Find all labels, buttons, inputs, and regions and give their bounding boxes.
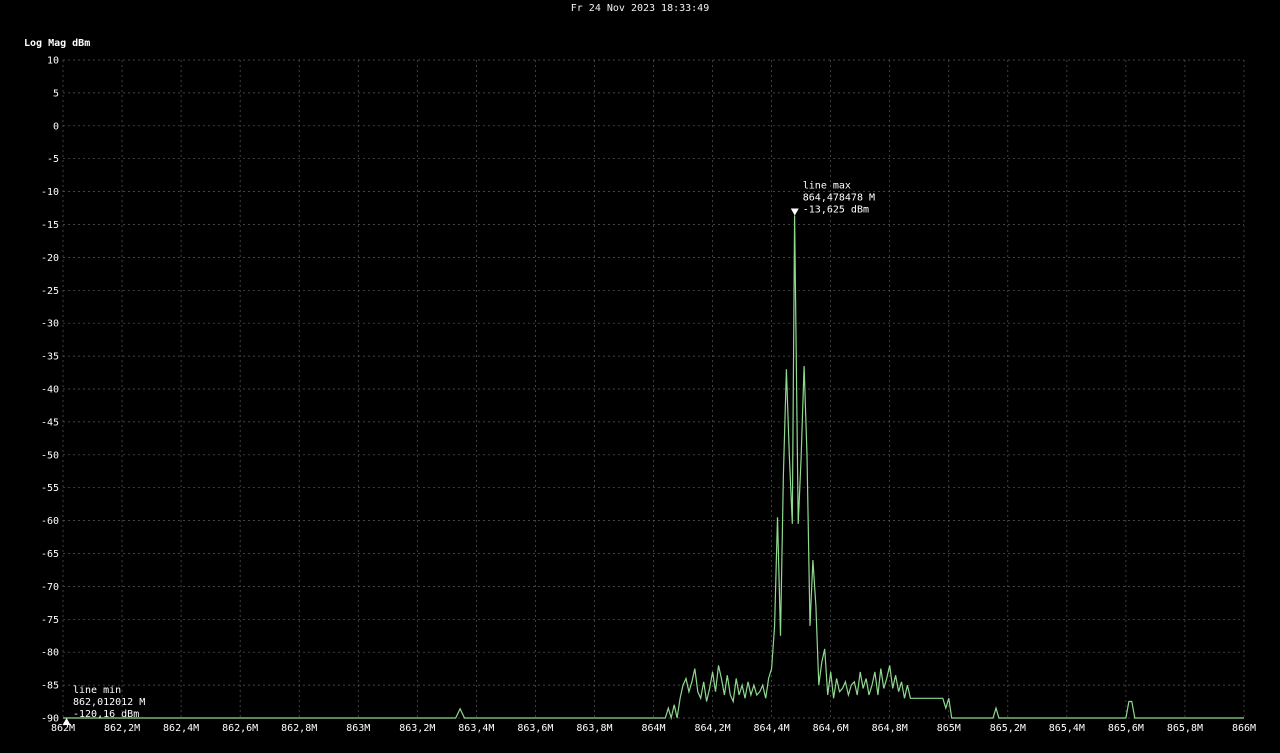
- y-tick-labels: 10 5 0 -5 -10 -15 -20 -25 -30 -35 -40 -45 -50 -55 -60 -…: [41, 56, 59, 725]
- y-tick-label: -40: [41, 385, 59, 396]
- x-tick-label: 863M: [346, 723, 370, 734]
- x-tick-label: 862,4M: [163, 723, 199, 734]
- markers: line max864,478478 M-13,625 dBm line min8…: [62, 180, 875, 725]
- y-tick-label: -75: [41, 615, 59, 626]
- x-tick-label: 866M: [1232, 723, 1256, 734]
- max-marker-text: 864,478478 M: [803, 192, 875, 203]
- min-marker-text: -120,16 dBm: [73, 709, 139, 720]
- x-tick-label: 864,2M: [694, 723, 730, 734]
- x-tick-label: 862,2M: [104, 723, 140, 734]
- y-tick-label: 0: [53, 121, 59, 132]
- x-tick-labels: 862M 862,2M 862,4M 862,6M 862,8M 863M 863,2M 86…: [51, 723, 1256, 734]
- min-marker-text: 862,012012 M: [73, 697, 145, 708]
- spectrum-chart[interactable]: 10 5 0 -5 -10 -15 -20 -25 -30 -35 -40 -45 -50 -55 -60 -…: [0, 0, 1280, 753]
- y-tick-label: -65: [41, 549, 59, 560]
- y-tick-label: -5: [47, 154, 59, 165]
- max-marker-icon: [790, 208, 799, 216]
- y-tick-label: -45: [41, 417, 59, 428]
- y-tick-label: 10: [47, 56, 59, 67]
- x-tick-label: 863,8M: [576, 723, 612, 734]
- y-tick-label: -70: [41, 582, 59, 593]
- y-tick-label: -35: [41, 352, 59, 363]
- x-tick-label: 864,6M: [813, 723, 849, 734]
- y-tick-label: -25: [41, 286, 59, 297]
- y-tick-label: -85: [41, 681, 59, 692]
- x-tick-label: 863,2M: [399, 723, 435, 734]
- grid: [62, 59, 1245, 719]
- y-tick-label: -15: [41, 220, 59, 231]
- y-tick-label: -50: [41, 450, 59, 461]
- x-tick-label: 865,8M: [1167, 723, 1203, 734]
- min-marker-text: line min: [73, 685, 121, 696]
- max-marker-text: -13,625 dBm: [803, 204, 869, 215]
- x-tick-label: 865,4M: [1049, 723, 1085, 734]
- x-tick-label: 864,8M: [872, 723, 908, 734]
- max-marker-text: line max: [803, 180, 851, 191]
- x-tick-label: 863,6M: [517, 723, 553, 734]
- y-tick-label: -10: [41, 187, 59, 198]
- x-tick-label: 863,4M: [458, 723, 494, 734]
- y-tick-label: -20: [41, 253, 59, 264]
- x-tick-label: 865,6M: [1108, 723, 1144, 734]
- x-tick-label: 862,6M: [222, 723, 258, 734]
- y-tick-label: -30: [41, 319, 59, 330]
- y-tick-label: -55: [41, 483, 59, 494]
- min-marker-icon: [62, 718, 71, 725]
- x-tick-label: 865,2M: [990, 723, 1026, 734]
- x-tick-label: 865M: [937, 723, 961, 734]
- y-tick-label: -60: [41, 516, 59, 527]
- x-tick-label: 864,4M: [754, 723, 790, 734]
- y-tick-label: -80: [41, 648, 59, 659]
- x-tick-label: 864M: [641, 723, 665, 734]
- y-tick-label: 5: [53, 88, 59, 99]
- x-tick-label: 862,8M: [281, 723, 317, 734]
